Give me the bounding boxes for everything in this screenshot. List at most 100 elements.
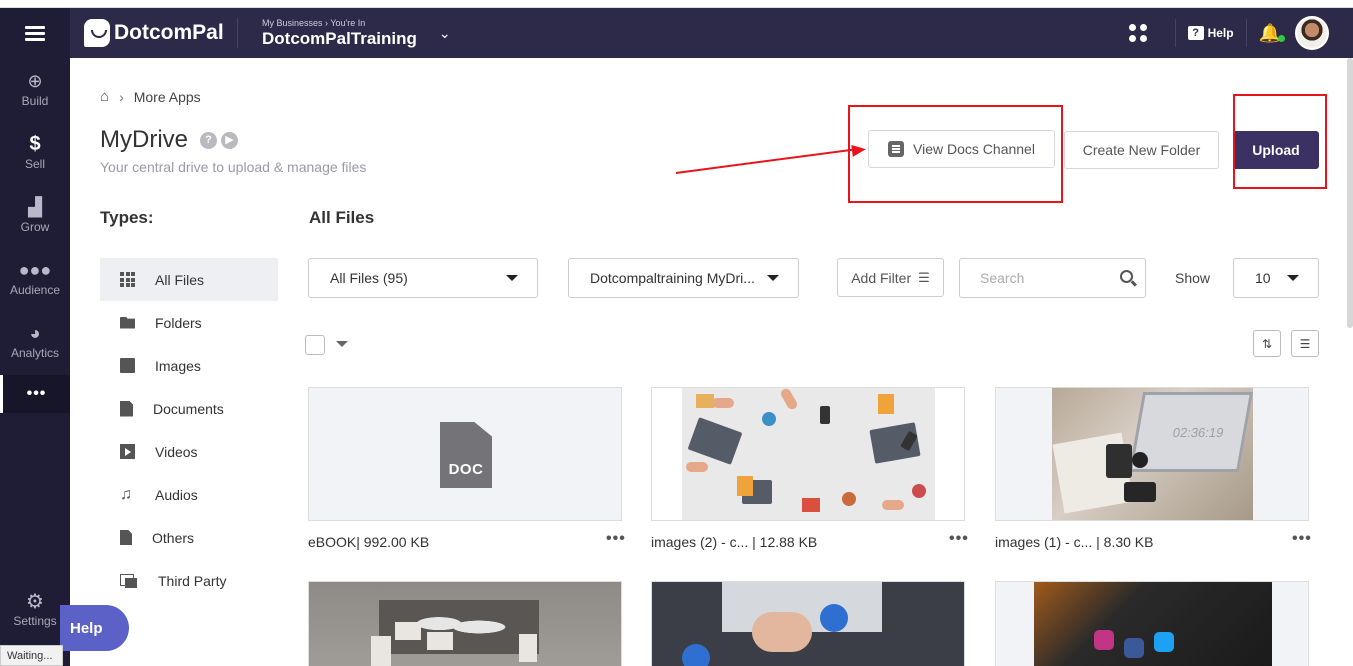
annotation-highlight-box (848, 105, 1063, 203)
caret-down-icon (1287, 275, 1299, 281)
breadcrumb-current[interactable]: More Apps (134, 89, 201, 105)
help-float-button[interactable]: Help (60, 605, 129, 651)
add-filter-label: Add Filter (851, 269, 912, 286)
more-options-icon[interactable]: ••• (606, 530, 626, 548)
drive-select[interactable]: Dotcompaltraining MyDri... (568, 258, 799, 298)
file-card-thumbnail[interactable] (651, 581, 965, 666)
select-all-checkbox[interactable] (305, 335, 325, 355)
create-new-folder-button[interactable]: Create New Folder (1064, 131, 1219, 169)
rail-item-analytics[interactable]: ◕ Analytics (0, 310, 70, 373)
file-type-select[interactable]: All Files (95) (308, 258, 538, 298)
page-title-text: MyDrive (100, 126, 188, 153)
search-input[interactable]: Search (959, 258, 1146, 298)
help-label: Help (1207, 26, 1234, 40)
types-heading: Types: (100, 208, 154, 227)
type-item-documents[interactable]: Documents (100, 387, 278, 430)
brand-name: DotcomPal (114, 21, 224, 44)
third-party-icon (120, 573, 138, 588)
file-card-thumbnail[interactable]: 02:36:19 (995, 387, 1309, 521)
rail-item-audience[interactable]: ●●● Audience (0, 247, 70, 310)
window-graphic (395, 622, 421, 640)
image-thumbnail (682, 388, 935, 520)
folder-icon (120, 316, 135, 329)
home-icon[interactable]: ⌂ (100, 88, 109, 105)
rail-item-build[interactable]: ⊕ Build (0, 58, 70, 121)
play-video-icon[interactable]: ▶ (221, 131, 238, 149)
search-icon[interactable] (1120, 270, 1133, 283)
file-card-caption: eBOOK| 992.00 KB (308, 534, 430, 550)
breadcrumb: ⌂ › More Apps (100, 88, 201, 105)
file-card-caption: images (1) - c... | 8.30 KB (995, 534, 1154, 550)
brand-logo[interactable]: DotcomPal (70, 18, 238, 48)
type-item-folders[interactable]: Folders (100, 301, 278, 344)
rail-item-more[interactable]: ••• (0, 375, 70, 413)
question-icon[interactable]: ? (200, 131, 217, 149)
image-thumbnail (1034, 582, 1272, 666)
business-switcher[interactable]: My Businesses › You're In DotcomPalTrain… (262, 18, 417, 48)
file-type-select-value: All Files (95) (330, 270, 408, 286)
caret-down-icon (767, 275, 779, 281)
network-node-graphic (682, 644, 710, 666)
type-item-images[interactable]: Images (100, 344, 278, 387)
type-item-audios[interactable]: ♫ Audios (100, 473, 278, 516)
help-button[interactable]: ? Help (1187, 26, 1234, 40)
list-view-icon[interactable]: ☰ (1291, 330, 1319, 357)
bell-icon[interactable]: 🔔 (1259, 23, 1285, 44)
rail-item-sell[interactable]: $ Sell (0, 121, 70, 184)
page-size-value: 10 (1255, 270, 1271, 286)
help-chat-icon: ? (1187, 26, 1204, 40)
music-icon: ♫ (120, 486, 132, 503)
growth-icon: ▟ (28, 197, 42, 217)
file-card-caption: images (2) - c... | 12.88 KB (651, 534, 818, 550)
file-card-thumbnail[interactable] (651, 387, 965, 521)
sort-icon[interactable]: ⇅ (1253, 330, 1281, 357)
types-list: All Files Folders Images Documents Video… (100, 258, 278, 602)
hands-graphic (752, 612, 812, 652)
world-map-graphic (409, 610, 509, 644)
annotation-arrow (675, 147, 859, 174)
add-filter-button[interactable]: Add Filter ☰ (837, 258, 944, 297)
divider (1245, 19, 1247, 47)
divider (1174, 19, 1176, 47)
app-icon (1094, 630, 1114, 650)
rail-item-grow[interactable]: ▟ Grow (0, 184, 70, 247)
type-item-label: Folders (155, 314, 202, 331)
business-name: DotcomPalTraining (262, 29, 417, 48)
type-item-third-party[interactable]: Third Party (100, 559, 278, 602)
top-bar-right: ? Help 🔔 (1128, 8, 1353, 58)
rail-item-label: Build (21, 94, 49, 108)
file-card-thumbnail[interactable] (308, 581, 622, 666)
drive-select-value: Dotcompaltraining MyDri... (590, 270, 755, 286)
page-scrollbar[interactable] (1347, 58, 1353, 328)
file-card-thumbnail[interactable] (995, 581, 1309, 666)
dollar-icon: $ (29, 133, 41, 155)
page-size-select[interactable]: 10 (1233, 258, 1319, 298)
select-options-caret-icon[interactable] (336, 341, 348, 347)
search-placeholder: Search (980, 270, 1025, 286)
more-options-icon[interactable]: ••• (1292, 530, 1312, 548)
plus-circle-icon: ⊕ (27, 71, 43, 91)
type-item-label: All Files (155, 271, 205, 288)
rail-item-label: Grow (20, 220, 50, 234)
file-icon (120, 530, 132, 545)
more-options-icon[interactable]: ••• (949, 530, 969, 548)
apps-grid-icon[interactable] (1128, 24, 1147, 42)
type-item-all-files[interactable]: All Files (100, 258, 278, 301)
annotation-highlight-box (1233, 94, 1327, 189)
file-card-thumbnail[interactable]: DOC (308, 387, 622, 521)
image-thumbnail: 02:36:19 (1052, 388, 1254, 520)
type-item-videos[interactable]: Videos (100, 430, 278, 473)
chevron-down-icon[interactable]: ⌄ (439, 25, 451, 42)
hamburger-menu-icon[interactable] (0, 8, 70, 58)
more-dots-icon: ••• (26, 385, 47, 402)
left-rail: ⊕ Build $ Sell ▟ Grow ●●● Audience ◕ Ana… (0, 8, 70, 666)
rail-item-label: Analytics (10, 346, 60, 360)
pie-icon: ◕ (29, 323, 41, 343)
logo-mark-icon (84, 19, 110, 47)
phone-graphic (371, 636, 391, 666)
business-switcher-label: My Businesses › You're In (262, 18, 366, 28)
avatar[interactable] (1295, 16, 1329, 50)
annotation-arrow-head (851, 143, 867, 157)
type-item-others[interactable]: Others (100, 516, 278, 559)
app-icon (1124, 638, 1144, 658)
